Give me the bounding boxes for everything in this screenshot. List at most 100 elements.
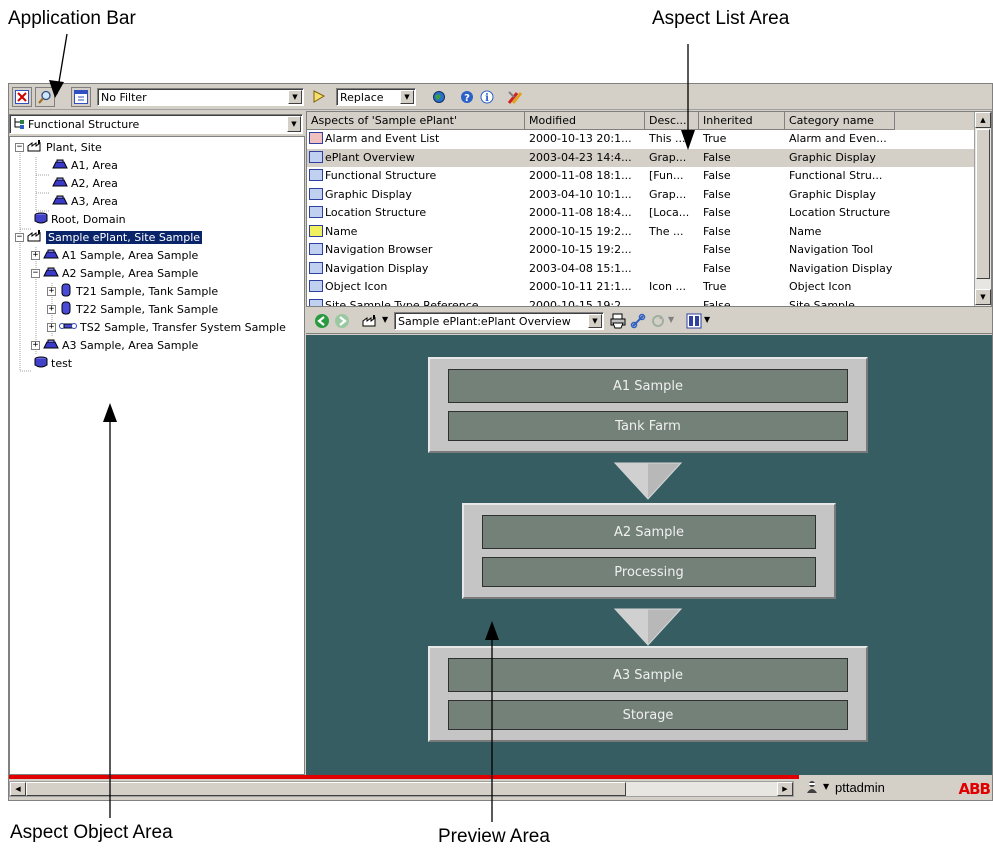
aspect-row[interactable]: Location Structure 2000-11-08 18:4... [Loc… bbox=[307, 204, 975, 222]
process-block[interactable]: A1 Sample Tank Farm bbox=[428, 357, 868, 453]
collapse-icon[interactable]: − bbox=[15, 233, 24, 242]
aspect-cell: Name bbox=[307, 223, 525, 241]
chevron-down-icon[interactable]: ▼ bbox=[287, 116, 301, 132]
column-header[interactable]: Desc... bbox=[645, 112, 699, 130]
chevron-down-icon[interactable]: ▼ bbox=[288, 90, 302, 104]
refresh-icon[interactable] bbox=[648, 311, 668, 331]
graphic-display-icon[interactable] bbox=[684, 311, 704, 331]
tree-item[interactable]: − Sample ePlant, Site Sample bbox=[15, 229, 203, 246]
chevron-down-icon[interactable]: ▼ bbox=[668, 315, 674, 324]
tree-item[interactable]: A2, Area bbox=[52, 175, 118, 192]
tank-icon bbox=[59, 283, 73, 300]
aspect-row[interactable]: Functional Structure 2000-11-08 18:1... [F… bbox=[307, 167, 975, 185]
aspect-row[interactable]: Alarm and Event List 2000-10-13 20:1... Th… bbox=[307, 130, 975, 148]
expand-icon[interactable]: + bbox=[31, 251, 40, 260]
process-block[interactable]: A3 Sample Storage bbox=[428, 646, 868, 742]
expand-icon[interactable]: + bbox=[47, 305, 56, 314]
expand-icon[interactable]: + bbox=[47, 323, 56, 332]
preview-area: A1 Sample Tank Farm A2 Sample Processing… bbox=[306, 335, 992, 775]
back-icon[interactable] bbox=[312, 311, 332, 331]
aspect-list-area: Aspects of 'Sample ePlant' Modified Desc… bbox=[306, 111, 992, 307]
aspect-cell bbox=[645, 260, 699, 278]
user-icon[interactable] bbox=[805, 780, 819, 797]
aspect-row[interactable]: ePlant Overview 2003-04-23 14:4... Grap...… bbox=[307, 148, 975, 167]
mode-combo[interactable]: Replace ▼ bbox=[336, 88, 416, 106]
scroll-up-icon[interactable]: ▲ bbox=[975, 112, 991, 128]
scroll-down-icon[interactable]: ▼ bbox=[975, 289, 991, 305]
tree-item[interactable]: A3, Area bbox=[52, 193, 118, 210]
aspect-cell-text: Functional Stru... bbox=[789, 169, 883, 182]
structure-selector[interactable]: Functional Structure ▼ bbox=[9, 114, 303, 134]
aspect-row[interactable]: Site Sample Type Reference 2000-10-15 19:… bbox=[307, 297, 975, 306]
aspect-cell: Navigation Browser bbox=[307, 241, 525, 259]
scroll-right-icon[interactable]: ▶ bbox=[777, 782, 793, 796]
tree-item[interactable]: Root, Domain bbox=[34, 211, 126, 228]
tree-item[interactable]: + TS2 Sample, Transfer System Sample bbox=[47, 319, 286, 336]
block-subtitle: Tank Farm bbox=[448, 411, 848, 441]
chevron-down-icon[interactable]: ▼ bbox=[400, 90, 414, 104]
aspect-cell-text: True bbox=[703, 132, 727, 145]
chevron-down-icon[interactable]: ▼ bbox=[704, 315, 710, 324]
tree-item[interactable]: + A3 Sample, Area Sample bbox=[31, 337, 198, 354]
link-icon[interactable] bbox=[628, 311, 648, 331]
globe-icon[interactable] bbox=[429, 87, 449, 107]
aspect-cell-text: False bbox=[703, 224, 731, 238]
plant-icon[interactable] bbox=[360, 311, 380, 331]
process-block[interactable]: A2 Sample Processing bbox=[462, 503, 836, 599]
aspect-combo[interactable]: Sample ePlant:ePlant Overview ▼ bbox=[394, 312, 604, 330]
filter-icon[interactable] bbox=[71, 87, 91, 107]
aspect-cell: Alarm and Even... bbox=[785, 130, 895, 148]
close-icon[interactable] bbox=[12, 87, 32, 107]
aspect-row[interactable]: Graphic Display 2003-04-10 10:1... Grap...… bbox=[307, 186, 975, 204]
aspect-cell-text: Object Icon bbox=[325, 280, 388, 293]
aspect-row[interactable]: Navigation Browser 2000-10-15 19:2... Fals… bbox=[307, 241, 975, 259]
aspect-cell-text: 2000-11-08 18:1... bbox=[529, 169, 632, 182]
expand-icon[interactable]: + bbox=[47, 287, 56, 296]
help-icon[interactable]: ? bbox=[457, 87, 477, 107]
flow-arrow-icon bbox=[613, 462, 683, 500]
tree-item[interactable]: + T22 Sample, Tank Sample bbox=[47, 301, 218, 318]
tools-icon[interactable] bbox=[505, 87, 525, 107]
tree-item[interactable]: − Plant, Site bbox=[15, 139, 102, 156]
filter-combo[interactable]: No Filter ▼ bbox=[97, 88, 304, 106]
aspect-cell: Navigation Display bbox=[307, 260, 525, 278]
aspect-cell-text: Navigation Tool bbox=[789, 243, 874, 256]
current-user: pttadmin bbox=[835, 780, 885, 795]
aspect-cell: Name bbox=[785, 223, 895, 241]
scroll-left-icon[interactable]: ◀ bbox=[10, 782, 26, 796]
tree-item[interactable]: − A2 Sample, Area Sample bbox=[31, 265, 198, 282]
tree-item[interactable]: + A1 Sample, Area Sample bbox=[31, 247, 198, 264]
column-header[interactable]: Inherited bbox=[699, 112, 785, 130]
navigation-browser-icon bbox=[309, 243, 323, 255]
aspect-row[interactable]: Navigation Display 2003-04-08 15:1... Fals… bbox=[307, 260, 975, 278]
object-icon bbox=[309, 280, 323, 292]
tree-item[interactable]: test bbox=[34, 355, 72, 372]
scroll-thumb[interactable] bbox=[976, 129, 990, 279]
tree-item[interactable]: A1, Area bbox=[52, 157, 118, 174]
column-header[interactable]: Modified bbox=[525, 112, 645, 130]
aspect-row[interactable]: Name 2000-10-15 19:2... The ... False Name bbox=[307, 223, 975, 241]
aspect-cell: Location Structure bbox=[785, 204, 895, 222]
aspect-cell: Functional Structure bbox=[307, 167, 525, 185]
column-header[interactable]: Category name bbox=[785, 112, 895, 130]
search-icon[interactable] bbox=[35, 87, 55, 107]
chevron-down-icon[interactable]: ▼ bbox=[823, 782, 829, 791]
info-icon[interactable]: i bbox=[477, 87, 497, 107]
aspect-cell: 2000-10-11 21:1... bbox=[525, 278, 645, 296]
aspect-row[interactable]: Object Icon 2000-10-11 21:1... Icon ... Tru… bbox=[307, 278, 975, 296]
tree-item[interactable]: + T21 Sample, Tank Sample bbox=[47, 283, 218, 300]
vertical-scrollbar[interactable]: ▲ ▼ bbox=[974, 112, 991, 306]
chevron-down-icon[interactable]: ▼ bbox=[588, 314, 602, 328]
column-header[interactable]: Aspects of 'Sample ePlant' bbox=[307, 112, 525, 130]
forward-icon[interactable] bbox=[332, 311, 352, 331]
filter-combo-value: No Filter bbox=[101, 90, 147, 104]
chevron-down-icon[interactable]: ▼ bbox=[382, 315, 388, 324]
collapse-icon[interactable]: − bbox=[31, 269, 40, 278]
expand-icon[interactable]: + bbox=[31, 341, 40, 350]
scroll-thumb[interactable] bbox=[26, 782, 626, 796]
collapse-icon[interactable]: − bbox=[15, 143, 24, 152]
horizontal-scrollbar[interactable]: ◀ ▶ bbox=[9, 781, 794, 797]
bookmark-icon[interactable] bbox=[309, 87, 329, 107]
print-icon[interactable] bbox=[608, 311, 628, 331]
callout-aspect-list-area: Aspect List Area bbox=[652, 8, 790, 29]
